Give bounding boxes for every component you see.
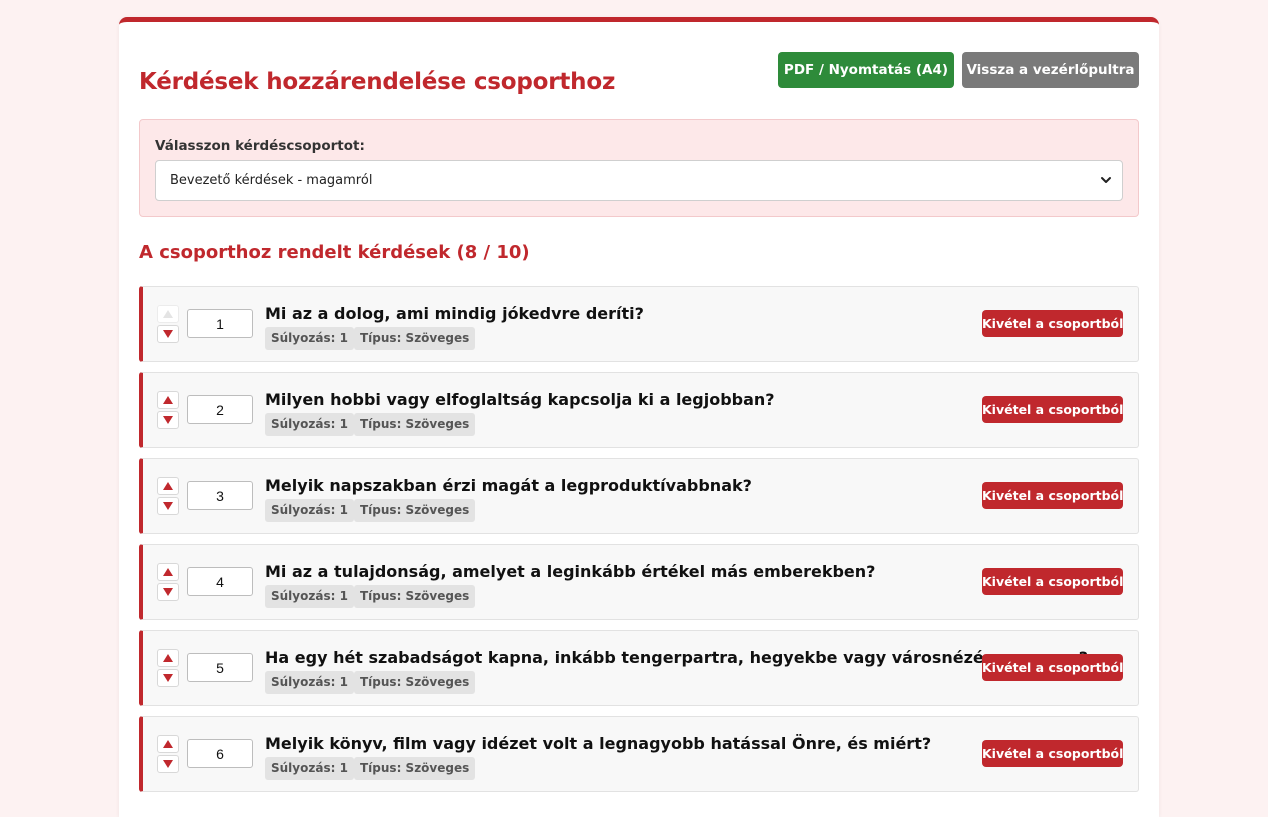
question-row-2: Milyen hobbi vagy elfoglaltság kapcsolja… [139,372,1139,448]
move-down-button[interactable] [157,669,179,687]
question-row-6: Melyik könyv, film vagy idézet volt a le… [139,716,1139,792]
weight-badge: Súlyozás: 1 [265,413,354,436]
triangle-up-icon [163,740,173,748]
question-row-4: Mi az a tulajdonság, amelyet a leginkább… [139,544,1139,620]
question-text: Ha egy hét szabadságot kapna, inkább ten… [265,648,1089,667]
move-down-button[interactable] [157,411,179,429]
move-up-button[interactable] [157,391,179,409]
triangle-down-icon [163,416,173,424]
move-up-button[interactable] [157,649,179,667]
order-input[interactable] [187,309,253,338]
triangle-down-icon [163,760,173,768]
weight-badge: Súlyozás: 1 [265,757,354,780]
order-input[interactable] [187,653,253,682]
group-select[interactable]: Bevezető kérdések - magamról [155,160,1123,201]
remove-from-group-button[interactable]: Kivétel a csoportból [982,396,1123,423]
remove-from-group-button[interactable]: Kivétel a csoportból [982,654,1123,681]
move-up-button[interactable] [157,735,179,753]
triangle-down-icon [163,330,173,338]
type-badge: Típus: Szöveges [354,757,476,780]
weight-badge: Súlyozás: 1 [265,499,354,522]
move-up-button [157,305,179,323]
question-text: Milyen hobbi vagy elfoglaltság kapcsolja… [265,390,775,409]
remove-from-group-button[interactable]: Kivétel a csoportból [982,482,1123,509]
assigned-questions-title: A csoporthoz rendelt kérdések (8 / 10) [139,242,530,263]
triangle-down-icon [163,502,173,510]
triangle-up-icon [163,482,173,490]
order-input[interactable] [187,567,253,596]
order-input[interactable] [187,739,253,768]
main-card: Kérdések hozzárendelése csoporthoz PDF /… [119,17,1159,817]
triangle-down-icon [163,674,173,682]
type-badge: Típus: Szöveges [354,585,476,608]
question-text: Mi az a dolog, ami mindig jókedvre derít… [265,304,644,323]
triangle-up-icon [163,310,173,318]
triangle-up-icon [163,568,173,576]
group-select-label: Válasszon kérdéscsoportot: [155,138,365,154]
question-row-3: Melyik napszakban érzi magát a legproduk… [139,458,1139,534]
question-row-1: Mi az a dolog, ami mindig jókedvre derít… [139,286,1139,362]
question-row-5: Ha egy hét szabadságot kapna, inkább ten… [139,630,1139,706]
order-input[interactable] [187,395,253,424]
weight-badge: Súlyozás: 1 [265,327,354,350]
type-badge: Típus: Szöveges [354,671,476,694]
page-title: Kérdések hozzárendelése csoporthoz [139,69,616,95]
order-input[interactable] [187,481,253,510]
pdf-print-button[interactable]: PDF / Nyomtatás (A4) [778,52,954,88]
move-down-button[interactable] [157,325,179,343]
triangle-up-icon [163,396,173,404]
group-select-panel: Válasszon kérdéscsoportot: Bevezető kérd… [139,119,1139,217]
triangle-up-icon [163,654,173,662]
type-badge: Típus: Szöveges [354,499,476,522]
move-up-button[interactable] [157,563,179,581]
type-badge: Típus: Szöveges [354,327,476,350]
triangle-down-icon [163,588,173,596]
move-down-button[interactable] [157,497,179,515]
weight-badge: Súlyozás: 1 [265,585,354,608]
question-text: Melyik könyv, film vagy idézet volt a le… [265,734,932,753]
move-down-button[interactable] [157,755,179,773]
assigned-questions-list: Mi az a dolog, ami mindig jókedvre derít… [139,286,1139,802]
move-up-button[interactable] [157,477,179,495]
remove-from-group-button[interactable]: Kivétel a csoportból [982,740,1123,767]
back-to-dashboard-button[interactable]: Vissza a vezérlőpultra [962,52,1139,88]
remove-from-group-button[interactable]: Kivétel a csoportból [982,568,1123,595]
question-text: Melyik napszakban érzi magát a legproduk… [265,476,752,495]
type-badge: Típus: Szöveges [354,413,476,436]
chevron-down-icon [1101,177,1111,183]
remove-from-group-button[interactable]: Kivétel a csoportból [982,310,1123,337]
group-select-value: Bevezető kérdések - magamról [170,173,373,188]
move-down-button[interactable] [157,583,179,601]
weight-badge: Súlyozás: 1 [265,671,354,694]
question-text: Mi az a tulajdonság, amelyet a leginkább… [265,562,876,581]
